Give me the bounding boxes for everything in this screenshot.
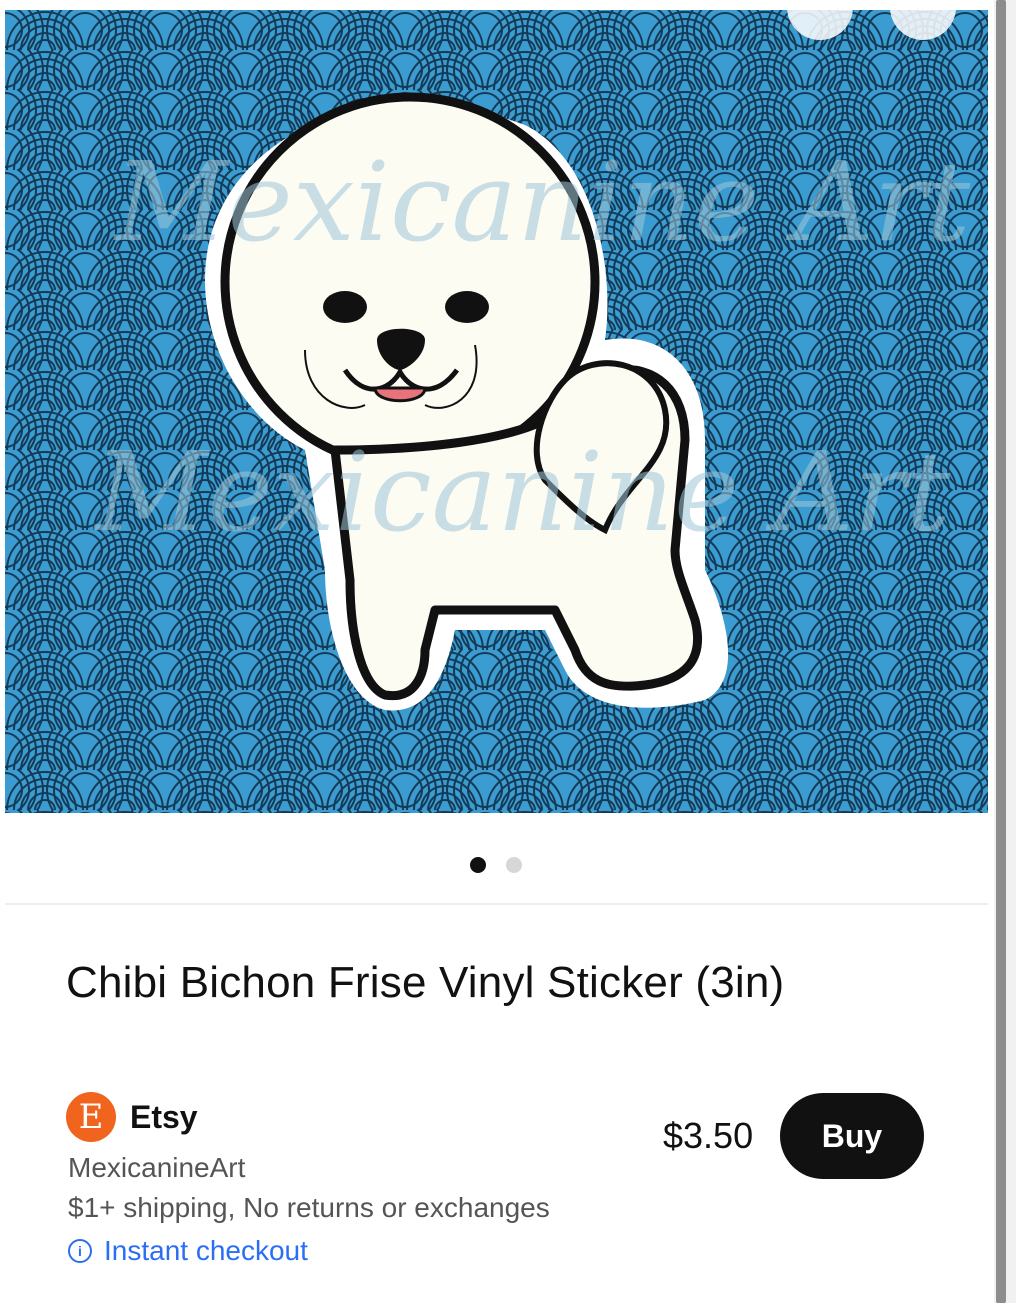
product-image[interactable]: Mexicanine Art Mexicanine Art <box>5 10 988 813</box>
carousel-indicator <box>470 857 522 873</box>
watermark-text-2: Mexicanine Art <box>93 428 951 556</box>
buy-button[interactable]: Buy <box>780 1093 924 1179</box>
instant-checkout-label: Instant checkout <box>104 1235 308 1266</box>
watermark-text-1: Mexicanine Art <box>113 138 971 266</box>
merchant-row[interactable]: E Etsy <box>66 1092 198 1142</box>
carousel-dot-1[interactable] <box>470 857 486 873</box>
sticker-image-svg: Mexicanine Art Mexicanine Art <box>5 10 988 813</box>
seller-name: MexicanineArt <box>68 1152 246 1183</box>
product-card: Mexicanine Art Mexicanine Art Chibi Bich… <box>0 0 992 1303</box>
shipping-info: $1+ shipping, No returns or exchanges <box>68 1192 550 1223</box>
merchant-name: Etsy <box>130 1098 198 1135</box>
instant-checkout-link[interactable]: i Instant checkout <box>68 1235 308 1267</box>
divider <box>5 903 988 905</box>
scrollbar-thumb[interactable] <box>996 0 1006 1303</box>
product-price: $3.50 <box>663 1115 754 1156</box>
product-title: Chibi Bichon Frise Vinyl Sticker (3in) <box>66 958 785 1007</box>
carousel-dot-2[interactable] <box>506 857 522 873</box>
info-icon: i <box>68 1239 92 1263</box>
etsy-logo-icon: E <box>66 1092 116 1142</box>
